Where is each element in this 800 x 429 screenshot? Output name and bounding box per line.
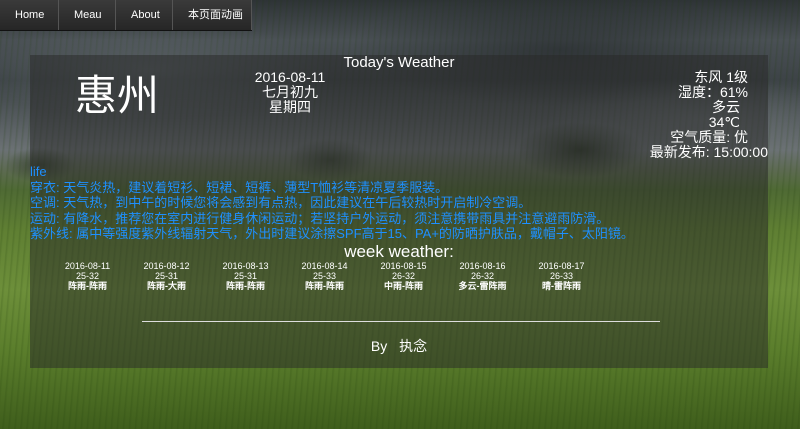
forecast-day: 2016-08-11 25-32 阵雨-阵雨: [48, 261, 127, 291]
life-uv: 紫外线: 属中等强度紫外线辐射天气，外出时建议涂擦SPF高于15、PA+的防晒护…: [30, 226, 634, 241]
life-heading: life: [30, 164, 47, 179]
current-conditions: 东风 1级 湿度：61% 多云 34℃ 空气质量: 优 最新发布: 15:00:…: [650, 70, 768, 160]
forecast-day: 2016-08-12 25-31 阵雨-大雨: [127, 261, 206, 291]
life-clothing: 穿衣: 天气炎热，建议着短衫、短裙、短裤、薄型T恤衫等清凉夏季服装。: [30, 179, 449, 195]
forecast-date: 2016-08-13: [222, 261, 269, 271]
forecast-temp: 26-32: [391, 271, 416, 281]
footer-divider: [142, 321, 660, 322]
forecast-date: 2016-08-15: [380, 261, 427, 271]
solar-date: 2016-08-11: [254, 69, 326, 85]
forecast-temp: 25-32: [75, 271, 100, 281]
wind: 东风 1级: [694, 69, 748, 85]
forecast-condition: 阵雨-阵雨: [68, 281, 107, 291]
top-nav: Home Meau About 本页面动画: [0, 0, 252, 31]
air-quality: 空气质量: 优: [670, 129, 748, 145]
life-exercise: 运动: 有降水，推荐您在室内进行健身休闲运动；若坚持户外运动，须注意携带雨具并注…: [30, 210, 610, 226]
forecast-condition: 中雨-阵雨: [384, 281, 423, 291]
forecast-temp: 25-33: [312, 271, 337, 281]
forecast-date: 2016-08-14: [301, 261, 348, 271]
weekday: 星期四: [269, 99, 311, 115]
humidity: 湿度：61%: [677, 84, 748, 100]
forecast-date: 2016-08-16: [459, 261, 506, 271]
forecast-condition: 多云-雷阵雨: [458, 281, 507, 291]
forecast-condition: 晴-雷阵雨: [542, 281, 581, 291]
life-air-conditioning: 空调: 天气热，到中午的时候您将会感到有点热，因此建议在午后较热时开启制冷空调。: [30, 195, 532, 210]
panel-title: Today's Weather: [343, 54, 455, 71]
life-section: life 穿衣: 天气炎热，建议着短衫、短裙、短裤、薄型T恤衫等清凉夏季服装。 …: [30, 164, 768, 242]
forecast-condition: 阵雨-大雨: [147, 281, 186, 291]
city-name: 惠州: [75, 71, 160, 120]
nav-about[interactable]: About: [116, 0, 173, 30]
forecast-day: 2016-08-16 26-32 多云-雷阵雨: [443, 261, 522, 291]
condition: 多云: [712, 99, 740, 115]
forecast-day: 2016-08-15 26-32 中雨-阵雨: [364, 261, 443, 291]
week-title: week weather:: [344, 242, 454, 261]
forecast-day: 2016-08-17 26-33 晴-雷阵雨: [522, 261, 601, 291]
date-block: 2016-08-11 七月初九 星期四: [220, 70, 360, 115]
forecast-temp: 26-32: [470, 271, 495, 281]
footer-credit: By 执念: [370, 338, 428, 354]
forecast-day: 2016-08-13 25-31 阵雨-阵雨: [206, 261, 285, 291]
forecast-date: 2016-08-12: [143, 261, 190, 271]
nav-meau[interactable]: Meau: [59, 0, 116, 30]
forecast-day: 2016-08-14 25-33 阵雨-阵雨: [285, 261, 364, 291]
week-forecast: 2016-08-11 25-32 阵雨-阵雨 2016-08-12 25-31 …: [48, 261, 601, 291]
forecast-temp: 26-33: [549, 271, 574, 281]
weather-panel: Today's Weather 惠州 2016-08-11 七月初九 星期四 东…: [30, 55, 768, 368]
nav-home[interactable]: Home: [0, 0, 59, 30]
forecast-condition: 阵雨-阵雨: [226, 281, 265, 291]
forecast-date: 2016-08-11: [64, 261, 111, 271]
forecast-temp: 25-31: [154, 271, 179, 281]
forecast-condition: 阵雨-阵雨: [305, 281, 344, 291]
published-time: 最新发布: 15:00:00: [649, 144, 768, 160]
forecast-temp: 25-31: [233, 271, 258, 281]
temperature: 34℃: [708, 114, 740, 130]
forecast-date: 2016-08-17: [538, 261, 585, 271]
nav-page-animation[interactable]: 本页面动画: [173, 0, 252, 30]
lunar-date: 七月初九: [262, 84, 318, 100]
